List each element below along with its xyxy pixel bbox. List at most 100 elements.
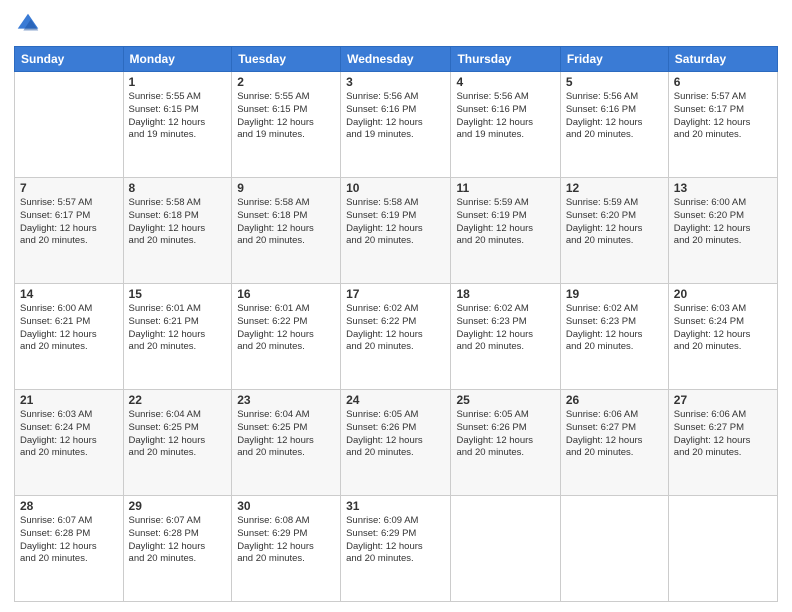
- day-info: Sunrise: 5:55 AM Sunset: 6:15 PM Dayligh…: [237, 91, 335, 142]
- day-number: 27: [674, 393, 772, 407]
- day-number: 14: [20, 287, 118, 301]
- calendar-cell: 18 Sunrise: 6:02 AM Sunset: 6:23 PM Dayli…: [451, 284, 560, 390]
- day-number: 5: [566, 75, 663, 89]
- day-info: Sunrise: 6:07 AM Sunset: 6:28 PM Dayligh…: [129, 515, 227, 566]
- day-info: Sunrise: 6:05 AM Sunset: 6:26 PM Dayligh…: [346, 409, 445, 460]
- day-info: Sunrise: 6:02 AM Sunset: 6:23 PM Dayligh…: [456, 303, 554, 354]
- weekday-header-tuesday: Tuesday: [232, 47, 341, 72]
- calendar-week-row: 28 Sunrise: 6:07 AM Sunset: 6:28 PM Dayli…: [15, 496, 778, 602]
- calendar-cell: 25 Sunrise: 6:05 AM Sunset: 6:26 PM Dayli…: [451, 390, 560, 496]
- day-number: 31: [346, 499, 445, 513]
- day-number: 29: [129, 499, 227, 513]
- day-info: Sunrise: 6:03 AM Sunset: 6:24 PM Dayligh…: [20, 409, 118, 460]
- calendar-cell: 15Sunrise: 6:01 AM Sunset: 6:21 PM Dayli…: [123, 284, 232, 390]
- day-number: 24: [346, 393, 445, 407]
- calendar-cell: [560, 496, 668, 602]
- day-number: 28: [20, 499, 118, 513]
- day-number: 6: [674, 75, 772, 89]
- day-number: 18: [456, 287, 554, 301]
- calendar-cell: 20 Sunrise: 6:03 AM Sunset: 6:24 PM Dayli…: [668, 284, 777, 390]
- day-info: Sunrise: 6:02 AM Sunset: 6:23 PM Dayligh…: [566, 303, 663, 354]
- calendar-cell: 2 Sunrise: 5:55 AM Sunset: 6:15 PM Daylig…: [232, 72, 341, 178]
- weekday-header-friday: Friday: [560, 47, 668, 72]
- day-info: Sunrise: 5:57 AM Sunset: 6:17 PM Dayligh…: [674, 91, 772, 142]
- day-number: 2: [237, 75, 335, 89]
- calendar-cell: 4Sunrise: 5:56 AM Sunset: 6:16 PM Daylig…: [451, 72, 560, 178]
- calendar-cell: 9 Sunrise: 5:58 AM Sunset: 6:18 PM Daylig…: [232, 178, 341, 284]
- day-info: Sunrise: 5:58 AM Sunset: 6:18 PM Dayligh…: [237, 197, 335, 248]
- day-info: Sunrise: 6:03 AM Sunset: 6:24 PM Dayligh…: [674, 303, 772, 354]
- day-info: Sunrise: 5:59 AM Sunset: 6:19 PM Dayligh…: [456, 197, 554, 248]
- calendar-week-row: 21Sunrise: 6:03 AM Sunset: 6:24 PM Dayli…: [15, 390, 778, 496]
- day-number: 12: [566, 181, 663, 195]
- day-info: Sunrise: 6:00 AM Sunset: 6:20 PM Dayligh…: [674, 197, 772, 248]
- day-info: Sunrise: 6:01 AM Sunset: 6:21 PM Dayligh…: [129, 303, 227, 354]
- calendar-cell: 14 Sunrise: 6:00 AM Sunset: 6:21 PM Dayli…: [15, 284, 124, 390]
- day-info: Sunrise: 6:04 AM Sunset: 6:25 PM Dayligh…: [237, 409, 335, 460]
- weekday-header-sunday: Sunday: [15, 47, 124, 72]
- calendar-cell: 17 Sunrise: 6:02 AM Sunset: 6:22 PM Dayli…: [341, 284, 451, 390]
- day-info: Sunrise: 6:08 AM Sunset: 6:29 PM Dayligh…: [237, 515, 335, 566]
- day-info: Sunrise: 6:04 AM Sunset: 6:25 PM Dayligh…: [129, 409, 227, 460]
- day-number: 13: [674, 181, 772, 195]
- weekday-header-row: SundayMondayTuesdayWednesdayThursdayFrid…: [15, 47, 778, 72]
- day-number: 10: [346, 181, 445, 195]
- calendar-cell: 31 Sunrise: 6:09 AM Sunset: 6:29 PM Dayli…: [341, 496, 451, 602]
- calendar-cell: 8Sunrise: 5:58 AM Sunset: 6:18 PM Daylig…: [123, 178, 232, 284]
- calendar-cell: 23 Sunrise: 6:04 AM Sunset: 6:25 PM Dayli…: [232, 390, 341, 496]
- weekday-header-wednesday: Wednesday: [341, 47, 451, 72]
- calendar-cell: 19 Sunrise: 6:02 AM Sunset: 6:23 PM Dayli…: [560, 284, 668, 390]
- day-info: Sunrise: 5:56 AM Sunset: 6:16 PM Dayligh…: [346, 91, 445, 142]
- calendar-cell: 7 Sunrise: 5:57 AM Sunset: 6:17 PM Daylig…: [15, 178, 124, 284]
- day-info: Sunrise: 6:06 AM Sunset: 6:27 PM Dayligh…: [566, 409, 663, 460]
- calendar-cell: 28 Sunrise: 6:07 AM Sunset: 6:28 PM Dayli…: [15, 496, 124, 602]
- day-number: 19: [566, 287, 663, 301]
- weekday-header-monday: Monday: [123, 47, 232, 72]
- calendar-cell: 21Sunrise: 6:03 AM Sunset: 6:24 PM Dayli…: [15, 390, 124, 496]
- calendar-cell: 27Sunrise: 6:06 AM Sunset: 6:27 PM Dayli…: [668, 390, 777, 496]
- calendar-cell: 11 Sunrise: 5:59 AM Sunset: 6:19 PM Dayli…: [451, 178, 560, 284]
- day-info: Sunrise: 6:07 AM Sunset: 6:28 PM Dayligh…: [20, 515, 118, 566]
- calendar-cell: 24 Sunrise: 6:05 AM Sunset: 6:26 PM Dayli…: [341, 390, 451, 496]
- day-number: 23: [237, 393, 335, 407]
- day-number: 4: [456, 75, 554, 89]
- calendar-cell: 3 Sunrise: 5:56 AM Sunset: 6:16 PM Daylig…: [341, 72, 451, 178]
- day-info: Sunrise: 6:02 AM Sunset: 6:22 PM Dayligh…: [346, 303, 445, 354]
- day-number: 9: [237, 181, 335, 195]
- calendar-cell: 5Sunrise: 5:56 AM Sunset: 6:16 PM Daylig…: [560, 72, 668, 178]
- day-info: Sunrise: 5:57 AM Sunset: 6:17 PM Dayligh…: [20, 197, 118, 248]
- calendar-cell: [668, 496, 777, 602]
- day-info: Sunrise: 5:55 AM Sunset: 6:15 PM Dayligh…: [129, 91, 227, 142]
- day-info: Sunrise: 5:58 AM Sunset: 6:18 PM Dayligh…: [129, 197, 227, 248]
- calendar-week-row: 7 Sunrise: 5:57 AM Sunset: 6:17 PM Daylig…: [15, 178, 778, 284]
- page: SundayMondayTuesdayWednesdayThursdayFrid…: [0, 0, 792, 612]
- calendar-cell: 26 Sunrise: 6:06 AM Sunset: 6:27 PM Dayli…: [560, 390, 668, 496]
- day-number: 26: [566, 393, 663, 407]
- calendar-cell: 30 Sunrise: 6:08 AM Sunset: 6:29 PM Dayli…: [232, 496, 341, 602]
- day-info: Sunrise: 6:09 AM Sunset: 6:29 PM Dayligh…: [346, 515, 445, 566]
- calendar-cell: 29 Sunrise: 6:07 AM Sunset: 6:28 PM Dayli…: [123, 496, 232, 602]
- calendar-cell: 12 Sunrise: 5:59 AM Sunset: 6:20 PM Dayli…: [560, 178, 668, 284]
- day-number: 1: [129, 75, 227, 89]
- logo: [14, 10, 46, 38]
- day-number: 3: [346, 75, 445, 89]
- day-info: Sunrise: 5:59 AM Sunset: 6:20 PM Dayligh…: [566, 197, 663, 248]
- calendar-cell: 22Sunrise: 6:04 AM Sunset: 6:25 PM Dayli…: [123, 390, 232, 496]
- day-number: 25: [456, 393, 554, 407]
- calendar-cell: 6 Sunrise: 5:57 AM Sunset: 6:17 PM Daylig…: [668, 72, 777, 178]
- calendar-cell: 16Sunrise: 6:01 AM Sunset: 6:22 PM Dayli…: [232, 284, 341, 390]
- calendar-cell: 13 Sunrise: 6:00 AM Sunset: 6:20 PM Dayli…: [668, 178, 777, 284]
- day-number: 7: [20, 181, 118, 195]
- calendar-table: SundayMondayTuesdayWednesdayThursdayFrid…: [14, 46, 778, 602]
- calendar-cell: 10 Sunrise: 5:58 AM Sunset: 6:19 PM Dayli…: [341, 178, 451, 284]
- day-info: Sunrise: 6:05 AM Sunset: 6:26 PM Dayligh…: [456, 409, 554, 460]
- day-info: Sunrise: 5:58 AM Sunset: 6:19 PM Dayligh…: [346, 197, 445, 248]
- header: [14, 10, 778, 38]
- day-number: 20: [674, 287, 772, 301]
- calendar-week-row: 14 Sunrise: 6:00 AM Sunset: 6:21 PM Dayli…: [15, 284, 778, 390]
- weekday-header-thursday: Thursday: [451, 47, 560, 72]
- day-number: 11: [456, 181, 554, 195]
- day-number: 30: [237, 499, 335, 513]
- day-number: 17: [346, 287, 445, 301]
- day-info: Sunrise: 6:00 AM Sunset: 6:21 PM Dayligh…: [20, 303, 118, 354]
